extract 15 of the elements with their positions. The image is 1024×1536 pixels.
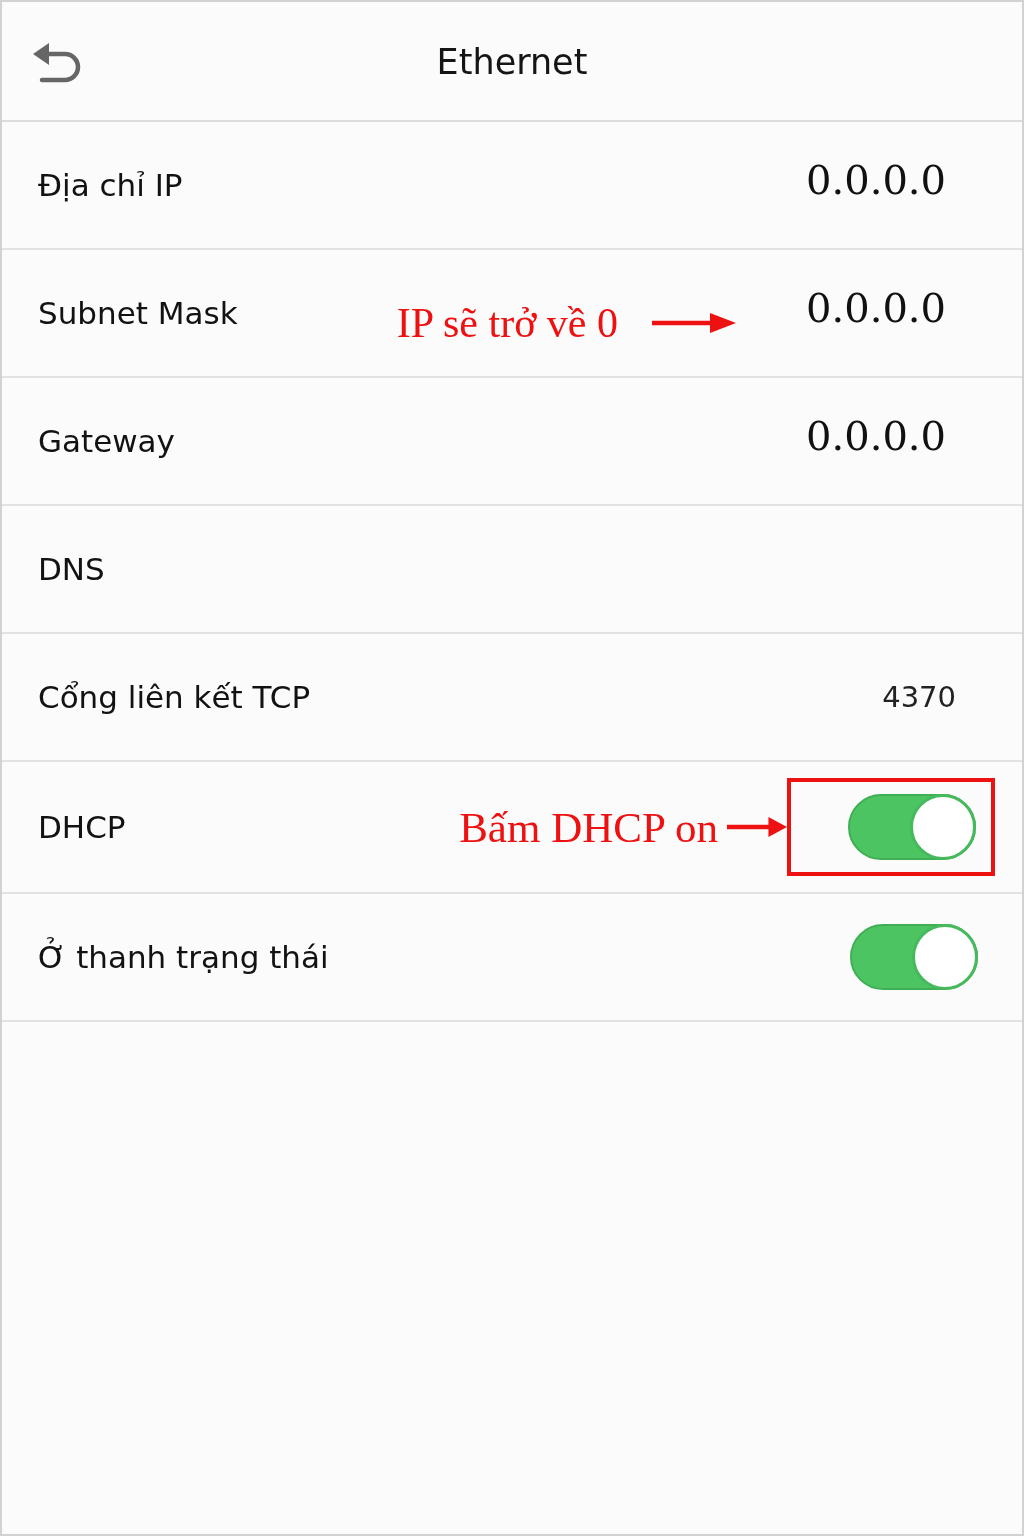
setting-label: Gateway bbox=[38, 423, 176, 459]
ip-address-value: 0.0.0.0 bbox=[806, 285, 946, 331]
annotation-text: IP sẽ trở về 0 bbox=[396, 299, 618, 347]
setting-label: Cổng liên kết TCP bbox=[38, 679, 312, 715]
setting-label: DNS bbox=[38, 551, 106, 587]
screen-title: Ethernet bbox=[436, 41, 588, 82]
port-value: 4370 bbox=[882, 680, 956, 714]
setting-label: Subnet Mask bbox=[38, 295, 239, 331]
annotation-text: Bấm DHCP on bbox=[459, 802, 718, 852]
ip-address-value: 0.0.0.0 bbox=[806, 157, 946, 203]
setting-label: DHCP bbox=[38, 809, 127, 845]
arrow-icon bbox=[652, 312, 736, 334]
ip-address-value: 0.0.0.0 bbox=[806, 413, 946, 459]
setting-label: Ở thanh trạng thái bbox=[38, 939, 330, 975]
setting-label: Địa chỉ IP bbox=[38, 167, 184, 203]
